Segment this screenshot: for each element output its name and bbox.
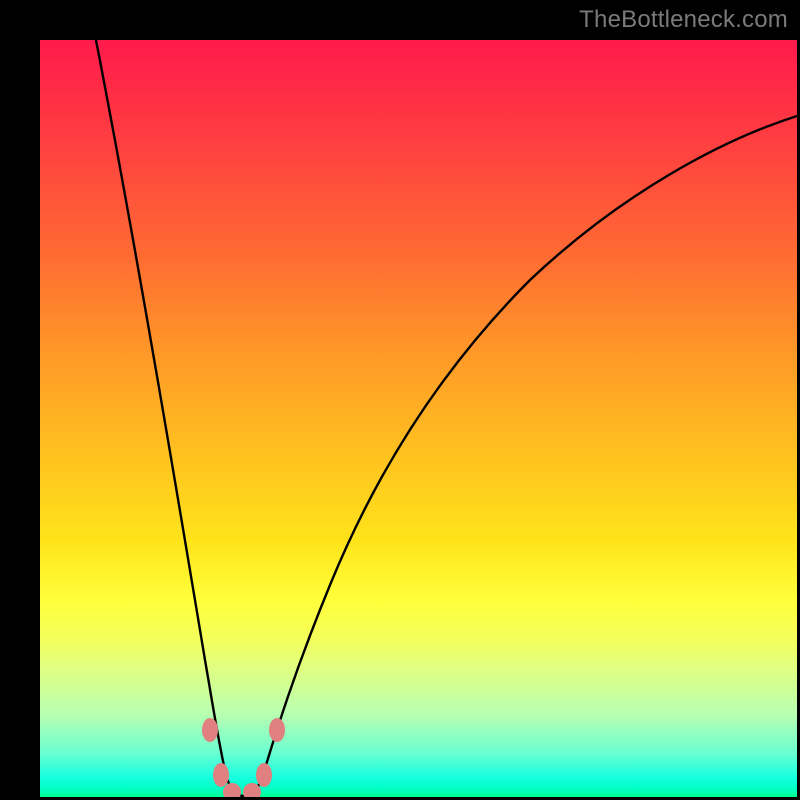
marker-dot bbox=[223, 783, 241, 797]
curve-svg bbox=[40, 40, 797, 797]
chart-frame: TheBottleneck.com bbox=[0, 0, 800, 800]
marker-dot bbox=[213, 763, 229, 787]
marker-dot bbox=[269, 718, 285, 742]
marker-dot bbox=[256, 763, 272, 787]
plot-area bbox=[40, 40, 797, 797]
marker-dot bbox=[202, 718, 218, 742]
watermark-label: TheBottleneck.com bbox=[579, 6, 788, 34]
bottleneck-curve bbox=[95, 40, 797, 796]
